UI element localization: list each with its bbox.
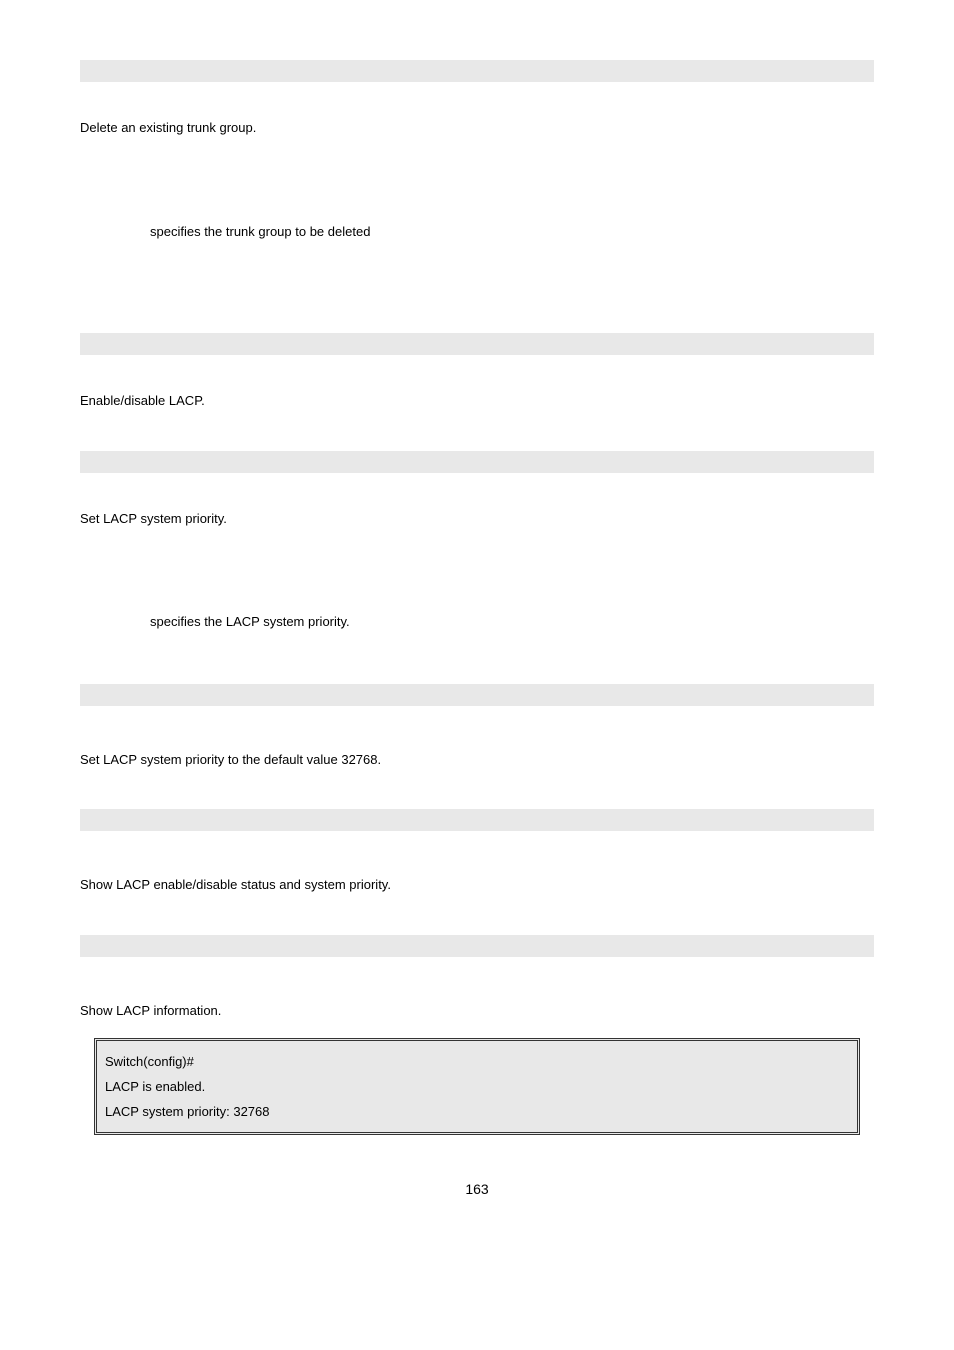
body-text: Show LACP information.: [80, 1001, 874, 1021]
body-text-indented: specifies the LACP system priority.: [80, 612, 874, 632]
text-content: specifies the LACP system priority.: [150, 614, 350, 629]
text-content: specifies the trunk group to be deleted: [150, 224, 370, 239]
body-text: Enable/disable LACP.: [80, 391, 874, 411]
body-text: Set LACP system priority.: [80, 509, 874, 529]
code-line: Switch(config)#: [105, 1049, 849, 1074]
text-content: Show LACP information.: [80, 1003, 221, 1018]
text-content: Enable/disable LACP.: [80, 393, 205, 408]
text-content: Set LACP system priority.: [80, 511, 227, 526]
text-content: Set LACP system priority to the default …: [80, 752, 381, 767]
body-text: Show LACP enable/disable status and syst…: [80, 875, 874, 895]
section-header-bar: [80, 684, 874, 706]
body-text-indented: specifies the trunk group to be deleted: [80, 222, 874, 242]
section-header-bar: [80, 451, 874, 473]
section-header-bar: [80, 935, 874, 957]
section-header-bar: [80, 809, 874, 831]
code-example-box: Switch(config)# LACP is enabled. LACP sy…: [94, 1038, 860, 1135]
section-header-bar: [80, 333, 874, 355]
text-content: Delete an existing trunk group.: [80, 120, 256, 135]
page-number: 163: [80, 1181, 874, 1197]
section-header-bar: [80, 60, 874, 82]
body-text: Set LACP system priority to the default …: [80, 750, 874, 770]
code-line: LACP is enabled.: [105, 1074, 849, 1099]
body-text: Delete an existing trunk group.: [80, 118, 874, 138]
page-number-value: 163: [465, 1181, 488, 1197]
text-content: Show LACP enable/disable status and syst…: [80, 877, 391, 892]
code-line: LACP system priority: 32768: [105, 1099, 849, 1124]
